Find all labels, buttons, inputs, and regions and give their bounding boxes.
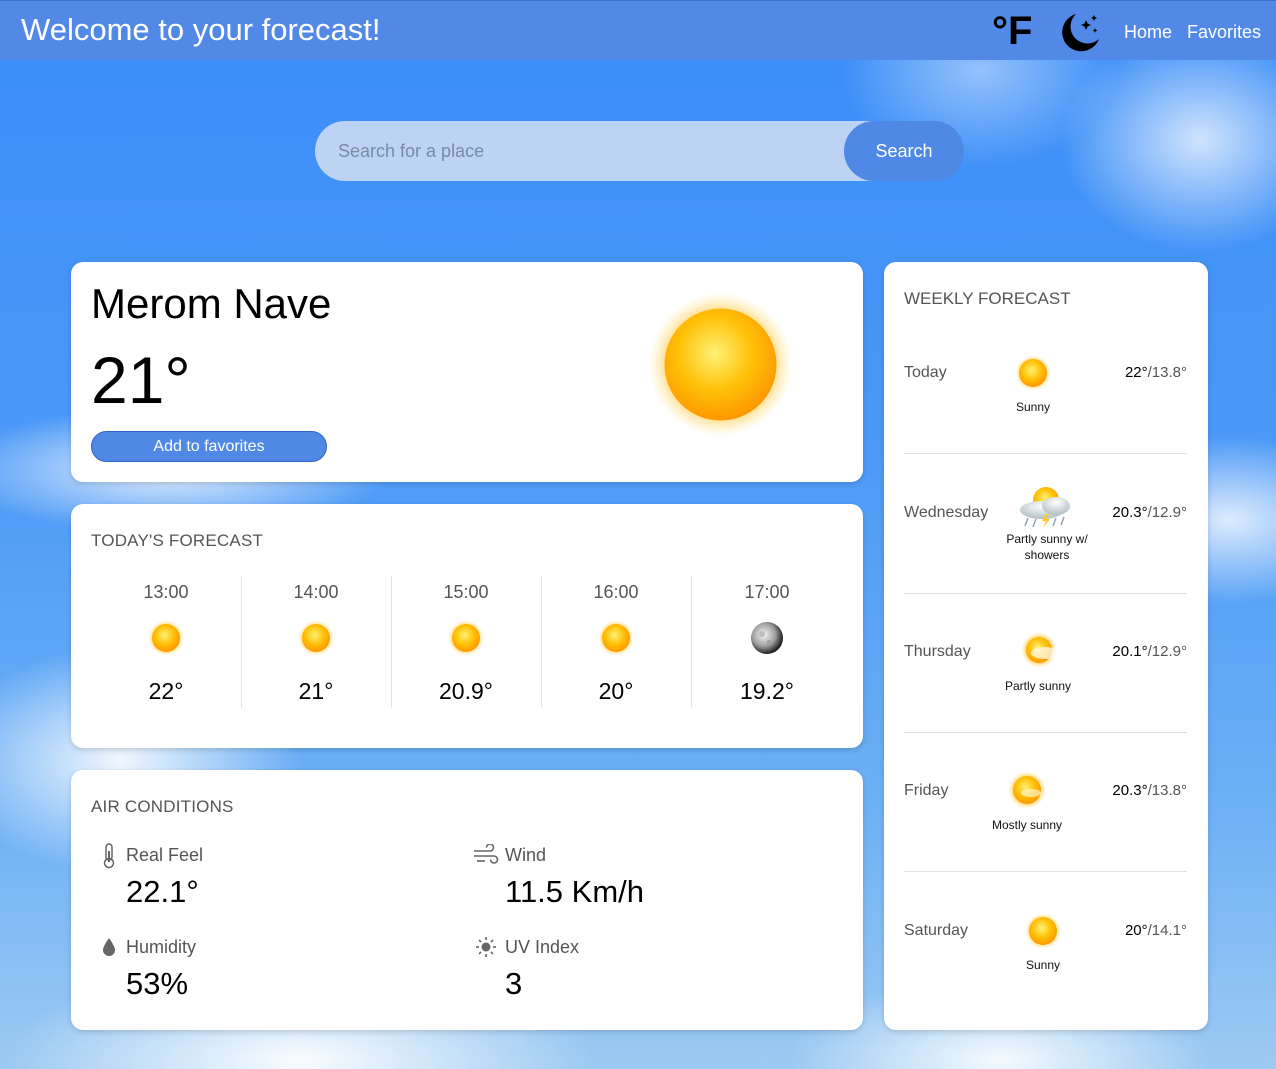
weekly-forecast-row: Today Sunny 22°/13.8° xyxy=(904,314,1187,454)
day-low: /12.9° xyxy=(1147,504,1187,521)
todays-forecast-card: TODAY'S FORECAST 13:00 22° 14:00 21° 15:… xyxy=(71,504,863,748)
sun-icon xyxy=(148,620,184,656)
sun-icon xyxy=(448,620,484,656)
droplet-icon xyxy=(101,937,121,959)
sun-icon xyxy=(298,620,334,656)
day-temperature: 20°/14.1° xyxy=(1125,922,1187,939)
air-conditions-card: AIR CONDITIONS Real Feel 22.1° Wind 11.5… xyxy=(71,770,863,1030)
hour-temperature: 20° xyxy=(598,678,634,704)
current-weather-card: Merom Nave 21° Add to favorites xyxy=(71,262,863,482)
day-condition: Sunny xyxy=(1015,400,1051,414)
weekly-forecast-row: Thursday Partly sunny 20.1°/12.9° xyxy=(904,593,1187,733)
humidity-value: 53% xyxy=(126,966,189,1001)
thermometer-icon xyxy=(99,843,119,869)
hour-time: 15:00 xyxy=(443,582,489,602)
moon-stars-icon[interactable] xyxy=(1056,11,1102,53)
hour-time: 14:00 xyxy=(293,582,339,602)
day-name: Wednesday xyxy=(904,504,989,521)
day-low: /12.9° xyxy=(1147,643,1187,660)
day-name: Saturday xyxy=(904,922,969,939)
partly-sunny-showers-icon xyxy=(1012,484,1080,530)
sun-icon xyxy=(1015,355,1051,391)
hourly-forecast-item: 17:00 19.2° xyxy=(692,576,842,708)
day-temperature: 22°/13.8° xyxy=(1125,364,1187,381)
current-temperature: 21° xyxy=(91,343,191,417)
uv-sun-icon xyxy=(475,936,497,958)
hour-temperature: 20.9° xyxy=(439,678,493,704)
hourly-forecast-item: 13:00 22° xyxy=(91,576,242,708)
day-temperature: 20.3°/12.9° xyxy=(1112,504,1187,521)
app-title: Welcome to your forecast! xyxy=(21,12,381,47)
day-condition: Mostly sunny xyxy=(991,818,1063,832)
wind-icon xyxy=(473,843,499,866)
day-low: /13.8° xyxy=(1147,364,1187,381)
sun-icon xyxy=(648,292,793,437)
day-low: /13.8° xyxy=(1147,782,1187,799)
hour-temperature: 21° xyxy=(298,678,334,704)
day-condition-line: Partly sunny w/ xyxy=(1006,532,1088,546)
day-high: 20.3° xyxy=(1112,782,1148,799)
hour-temperature: 19.2° xyxy=(740,678,794,704)
partly-sunny-icon xyxy=(1017,631,1063,671)
unit-toggle-button[interactable]: °F xyxy=(992,9,1032,53)
real-feel-value: 22.1° xyxy=(126,874,199,909)
header-bar: Welcome to your forecast! °F Home Favori… xyxy=(0,0,1276,60)
day-name: Today xyxy=(904,364,947,381)
day-temperature: 20.3°/13.8° xyxy=(1112,782,1187,799)
hour-temperature: 22° xyxy=(148,678,184,704)
weekly-forecast-row: Friday Mostly sunny 20.3°/13.8° xyxy=(904,732,1187,872)
nav-home-link[interactable]: Home xyxy=(1124,22,1172,43)
real-feel-label: Real Feel xyxy=(126,845,204,865)
day-name: Friday xyxy=(904,782,949,799)
todays-forecast-title: TODAY'S FORECAST xyxy=(91,531,264,550)
humidity-label: Humidity xyxy=(126,937,197,957)
mostly-sunny-icon xyxy=(1007,770,1047,810)
sun-icon xyxy=(598,620,634,656)
hourly-forecast-item: 16:00 20° xyxy=(541,576,692,708)
day-condition: Partly sunny w/ showers xyxy=(992,531,1102,563)
day-high: 22° xyxy=(1124,364,1148,381)
day-name: Thursday xyxy=(904,643,971,660)
search-input[interactable] xyxy=(315,121,875,181)
hour-time: 17:00 xyxy=(744,582,790,602)
weekly-forecast-title: WEEKLY FORECAST xyxy=(904,289,1071,308)
wind-label: Wind xyxy=(505,845,547,865)
search-button[interactable]: Search xyxy=(844,121,964,181)
wind-value: 11.5 Km/h xyxy=(505,874,645,909)
day-condition: Sunny xyxy=(1025,958,1061,972)
day-high: 20° xyxy=(1124,922,1148,939)
hour-time: 16:00 xyxy=(593,582,639,602)
weekly-forecast-card: WEEKLY FORECAST Today Sunny 22°/13.8° We… xyxy=(884,262,1208,1030)
uv-index-label: UV Index xyxy=(505,937,580,957)
day-condition-line: showers xyxy=(1024,548,1070,562)
hourly-forecast-item: 14:00 21° xyxy=(241,576,392,708)
sun-icon xyxy=(1025,913,1061,949)
day-low: /14.1° xyxy=(1147,922,1187,939)
day-temperature: 20.1°/12.9° xyxy=(1112,643,1187,660)
hourly-forecast-item: 15:00 20.9° xyxy=(391,576,542,708)
weekly-forecast-row: Wednesday Partly sunny w/ showers 20.3°/… xyxy=(904,454,1187,594)
moon-icon xyxy=(749,620,785,656)
day-high: 20.3° xyxy=(1112,504,1148,521)
day-condition: Partly sunny xyxy=(1004,679,1072,693)
city-name: Merom Nave xyxy=(91,280,332,327)
add-to-favorites-button[interactable]: Add to favorites xyxy=(91,431,327,462)
nav-favorites-link[interactable]: Favorites xyxy=(1187,22,1261,43)
weekly-forecast-row: Saturday Sunny 20°/14.1° xyxy=(904,872,1187,1011)
search-bar: Search xyxy=(315,121,964,181)
air-conditions-title: AIR CONDITIONS xyxy=(91,797,234,816)
uv-index-value: 3 xyxy=(505,966,523,1001)
hour-time: 13:00 xyxy=(143,582,189,602)
day-high: 20.1° xyxy=(1112,643,1148,660)
